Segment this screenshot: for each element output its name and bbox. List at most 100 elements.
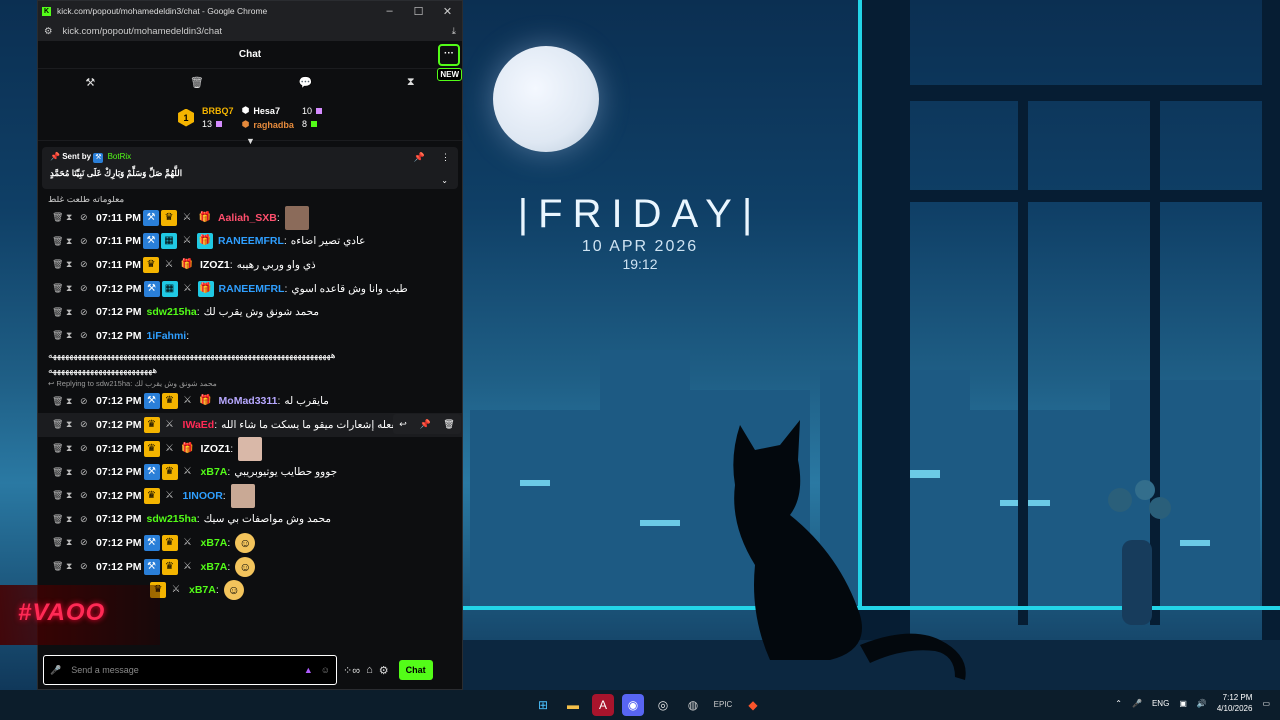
timeout-icon[interactable]: ⧗ bbox=[66, 490, 80, 501]
obs-icon[interactable]: ◍ bbox=[682, 694, 704, 716]
pinned-author[interactable]: BotRix bbox=[108, 152, 132, 161]
ban-icon[interactable]: ⊘ bbox=[80, 212, 94, 223]
adobe-icon[interactable]: A bbox=[592, 694, 614, 716]
send-chat-button[interactable]: Chat bbox=[398, 660, 433, 680]
chat-message[interactable]: 🗑 ⧗ ⊘ 07:11 PM ⚒ ▦ ⚔ 🎁 RANEEMFRL: عادي تصير ا… bbox=[38, 230, 462, 254]
delete-icon[interactable]: 🗑 bbox=[52, 236, 66, 247]
delete-icon[interactable]: 🗑 bbox=[52, 330, 66, 341]
ban-icon[interactable]: ⊘ bbox=[80, 283, 94, 294]
start-icon[interactable]: ⊞ bbox=[532, 694, 554, 716]
reply-context[interactable]: ↩ Replying to sdw215ha: محمد شونق وش يقر… bbox=[38, 378, 462, 390]
leader-name[interactable]: BRBQ7 bbox=[202, 106, 234, 116]
chat-message[interactable]: 🗑 ⧗ ⊘ 07:11 PM ⚒ ♛ ⚔ 🎁 Aaliah_SXB: bbox=[38, 205, 462, 230]
timeout-icon[interactable]: ⧗ bbox=[66, 259, 80, 270]
hourglass-icon[interactable]: ⧗ bbox=[407, 76, 415, 89]
leader-name[interactable]: raghadba bbox=[253, 120, 294, 130]
timeout-icon[interactable]: ⧗ bbox=[66, 443, 80, 454]
ban-icon[interactable]: ⊘ bbox=[80, 396, 94, 407]
username[interactable]: sdw215ha bbox=[147, 513, 197, 525]
username[interactable]: IZOZ1 bbox=[201, 443, 231, 455]
delete-icon[interactable]: 🗑 bbox=[52, 443, 66, 454]
delete-icon[interactable]: 🗑 bbox=[52, 307, 66, 318]
delete-icon[interactable]: 🗑 bbox=[52, 537, 66, 548]
timeout-icon[interactable]: ⧗ bbox=[66, 236, 80, 247]
ban-icon[interactable]: ⊘ bbox=[80, 514, 94, 525]
username[interactable]: xB7A bbox=[201, 537, 228, 549]
chat-message[interactable]: 🗑 ⧗ ⊘ 07:12 PM sdw215ha: محمد شونق وش يقرب… bbox=[38, 300, 462, 324]
pin-icon[interactable]: 📌 bbox=[419, 419, 430, 430]
delete-icon[interactable]: 🗑 bbox=[52, 561, 66, 572]
timeout-icon[interactable]: ⧗ bbox=[66, 330, 80, 341]
clock[interactable]: 7:12 PM 4/10/2026 bbox=[1217, 692, 1253, 714]
chat-bubble-icon[interactable]: 💬 bbox=[299, 76, 313, 89]
username[interactable]: RANEEMFRL bbox=[218, 235, 284, 247]
chat-message[interactable]: 🗑 ⧗ ⊘ 07:12 PM ⚒ ♛ ⚔ 🎁 MoMad3311: مايقرب له bbox=[38, 390, 462, 414]
chat-message[interactable]: 🗑 ⧗ ⊘ 07:12 PM ⚒ ♛ ⚔ xB7A: ☺ bbox=[38, 555, 462, 579]
language-indicator[interactable]: ENG bbox=[1152, 699, 1169, 708]
delete-icon[interactable]: 🗑 bbox=[52, 259, 66, 270]
chevron-up-icon[interactable]: ⌃ bbox=[1115, 699, 1122, 708]
site-settings-icon[interactable]: ⚙ bbox=[44, 26, 53, 37]
trash-icon[interactable]: 🗑 bbox=[190, 76, 204, 89]
timeout-icon[interactable]: ⧗ bbox=[66, 537, 80, 548]
kick-emote-icon[interactable]: ▲ bbox=[304, 665, 313, 675]
chrome-icon[interactable]: ◎ bbox=[652, 694, 674, 716]
url-text[interactable]: kick.com/popout/mohamedeldin3/chat bbox=[63, 26, 452, 37]
trash-icon[interactable]: 🗑 bbox=[443, 419, 454, 430]
unpin-icon[interactable]: 📌 bbox=[414, 152, 425, 163]
timeout-icon[interactable]: ⧗ bbox=[66, 467, 80, 478]
delete-icon[interactable]: 🗑 bbox=[52, 396, 66, 407]
file-explorer-icon[interactable]: ▬ bbox=[562, 694, 584, 716]
ban-icon[interactable]: ⊘ bbox=[80, 561, 94, 572]
username[interactable]: 1INOOR bbox=[183, 490, 223, 502]
microphone-icon[interactable]: 🎤 bbox=[1132, 699, 1142, 708]
input-placeholder[interactable]: Send a message bbox=[71, 665, 304, 675]
timeout-icon[interactable]: ⧗ bbox=[66, 307, 80, 318]
ban-icon[interactable]: ⊘ bbox=[80, 259, 94, 270]
leader-name[interactable]: Hesa7 bbox=[253, 106, 280, 116]
username[interactable]: xB7A bbox=[189, 584, 216, 596]
store-icon[interactable]: ⌂ bbox=[366, 664, 373, 676]
network-icon[interactable]: ▣ bbox=[1179, 699, 1187, 708]
hammer-icon[interactable]: ⚒ bbox=[85, 76, 95, 89]
timeout-icon[interactable]: ⧗ bbox=[66, 561, 80, 572]
timeout-icon[interactable]: ⧗ bbox=[66, 419, 80, 430]
timeout-icon[interactable]: ⧗ bbox=[66, 396, 80, 407]
chat-message[interactable]: 🗑 ⧗ ⊘ 07:12 PM ♛ ⚔ 🎁 IZOZ1: bbox=[38, 436, 462, 461]
delete-icon[interactable]: 🗑 bbox=[52, 467, 66, 478]
delete-icon[interactable]: 🗑 bbox=[52, 490, 66, 501]
username[interactable]: xB7A bbox=[201, 466, 228, 478]
volume-icon[interactable]: 🔊 bbox=[1197, 699, 1207, 708]
close-icon[interactable]: ✕ bbox=[433, 5, 462, 18]
delete-icon[interactable]: 🗑 bbox=[52, 283, 66, 294]
kick-points-icon[interactable]: ⁘∞ bbox=[343, 664, 360, 677]
ban-icon[interactable]: ⊘ bbox=[80, 467, 94, 478]
discord-icon[interactable]: ◉ bbox=[622, 694, 644, 716]
gear-icon[interactable]: ⚙ bbox=[379, 664, 389, 677]
timeout-icon[interactable]: ⧗ bbox=[66, 283, 80, 294]
chat-message[interactable]: 🗑 ⧗ ⊘ 07:12 PM ⚒ ♛ ⚔ xB7A: جووو حطايب يوتيوب… bbox=[38, 460, 462, 484]
username[interactable]: Aaliah_SXB bbox=[218, 212, 277, 224]
address-bar[interactable]: ⚙ kick.com/popout/mohamedeldin3/chat ⤓ bbox=[38, 21, 462, 41]
microphone-icon[interactable]: 🎤 bbox=[50, 665, 61, 676]
ban-icon[interactable]: ⊘ bbox=[80, 236, 94, 247]
timeout-icon[interactable]: ⧗ bbox=[66, 212, 80, 223]
timeout-icon[interactable]: ⧗ bbox=[66, 514, 80, 525]
chat-message[interactable]: 🗑 ⧗ ⊘ 07:12 PM ⚒ ▦ ⚔ 🎁 RANEEMFRL: طيب وانا وش… bbox=[38, 277, 462, 301]
chat-message[interactable]: 🗑 ⧗ ⊘ 07:12 PM ⚒ ♛ ⚔ xB7A: ☺ bbox=[38, 531, 462, 555]
more-options-button[interactable]: ··· bbox=[438, 44, 460, 66]
chat-message[interactable]: 🗑 ⧗ ⊘ 07:12 PM ♛ ⚔ 1INOOR: bbox=[38, 483, 462, 508]
download-icon[interactable]: ⤓ bbox=[452, 26, 456, 37]
minimize-icon[interactable]: – bbox=[375, 5, 404, 17]
reply-icon[interactable]: ↩ bbox=[399, 419, 407, 430]
username[interactable]: 1iFahmi bbox=[147, 330, 187, 342]
delete-icon[interactable]: 🗑 bbox=[52, 419, 66, 430]
ban-icon[interactable]: ⊘ bbox=[80, 490, 94, 501]
epic-games-icon[interactable]: EPIC bbox=[712, 694, 734, 716]
username[interactable]: sdw215ha bbox=[147, 306, 197, 318]
chevron-down-icon[interactable]: ⌄ bbox=[441, 176, 448, 185]
message-input[interactable]: 🎤 Send a message ▲ ☺ bbox=[43, 655, 337, 685]
username[interactable]: IWaEd bbox=[183, 419, 215, 431]
ban-icon[interactable]: ⊘ bbox=[80, 307, 94, 318]
kebab-icon[interactable]: ⋮ bbox=[441, 152, 450, 163]
